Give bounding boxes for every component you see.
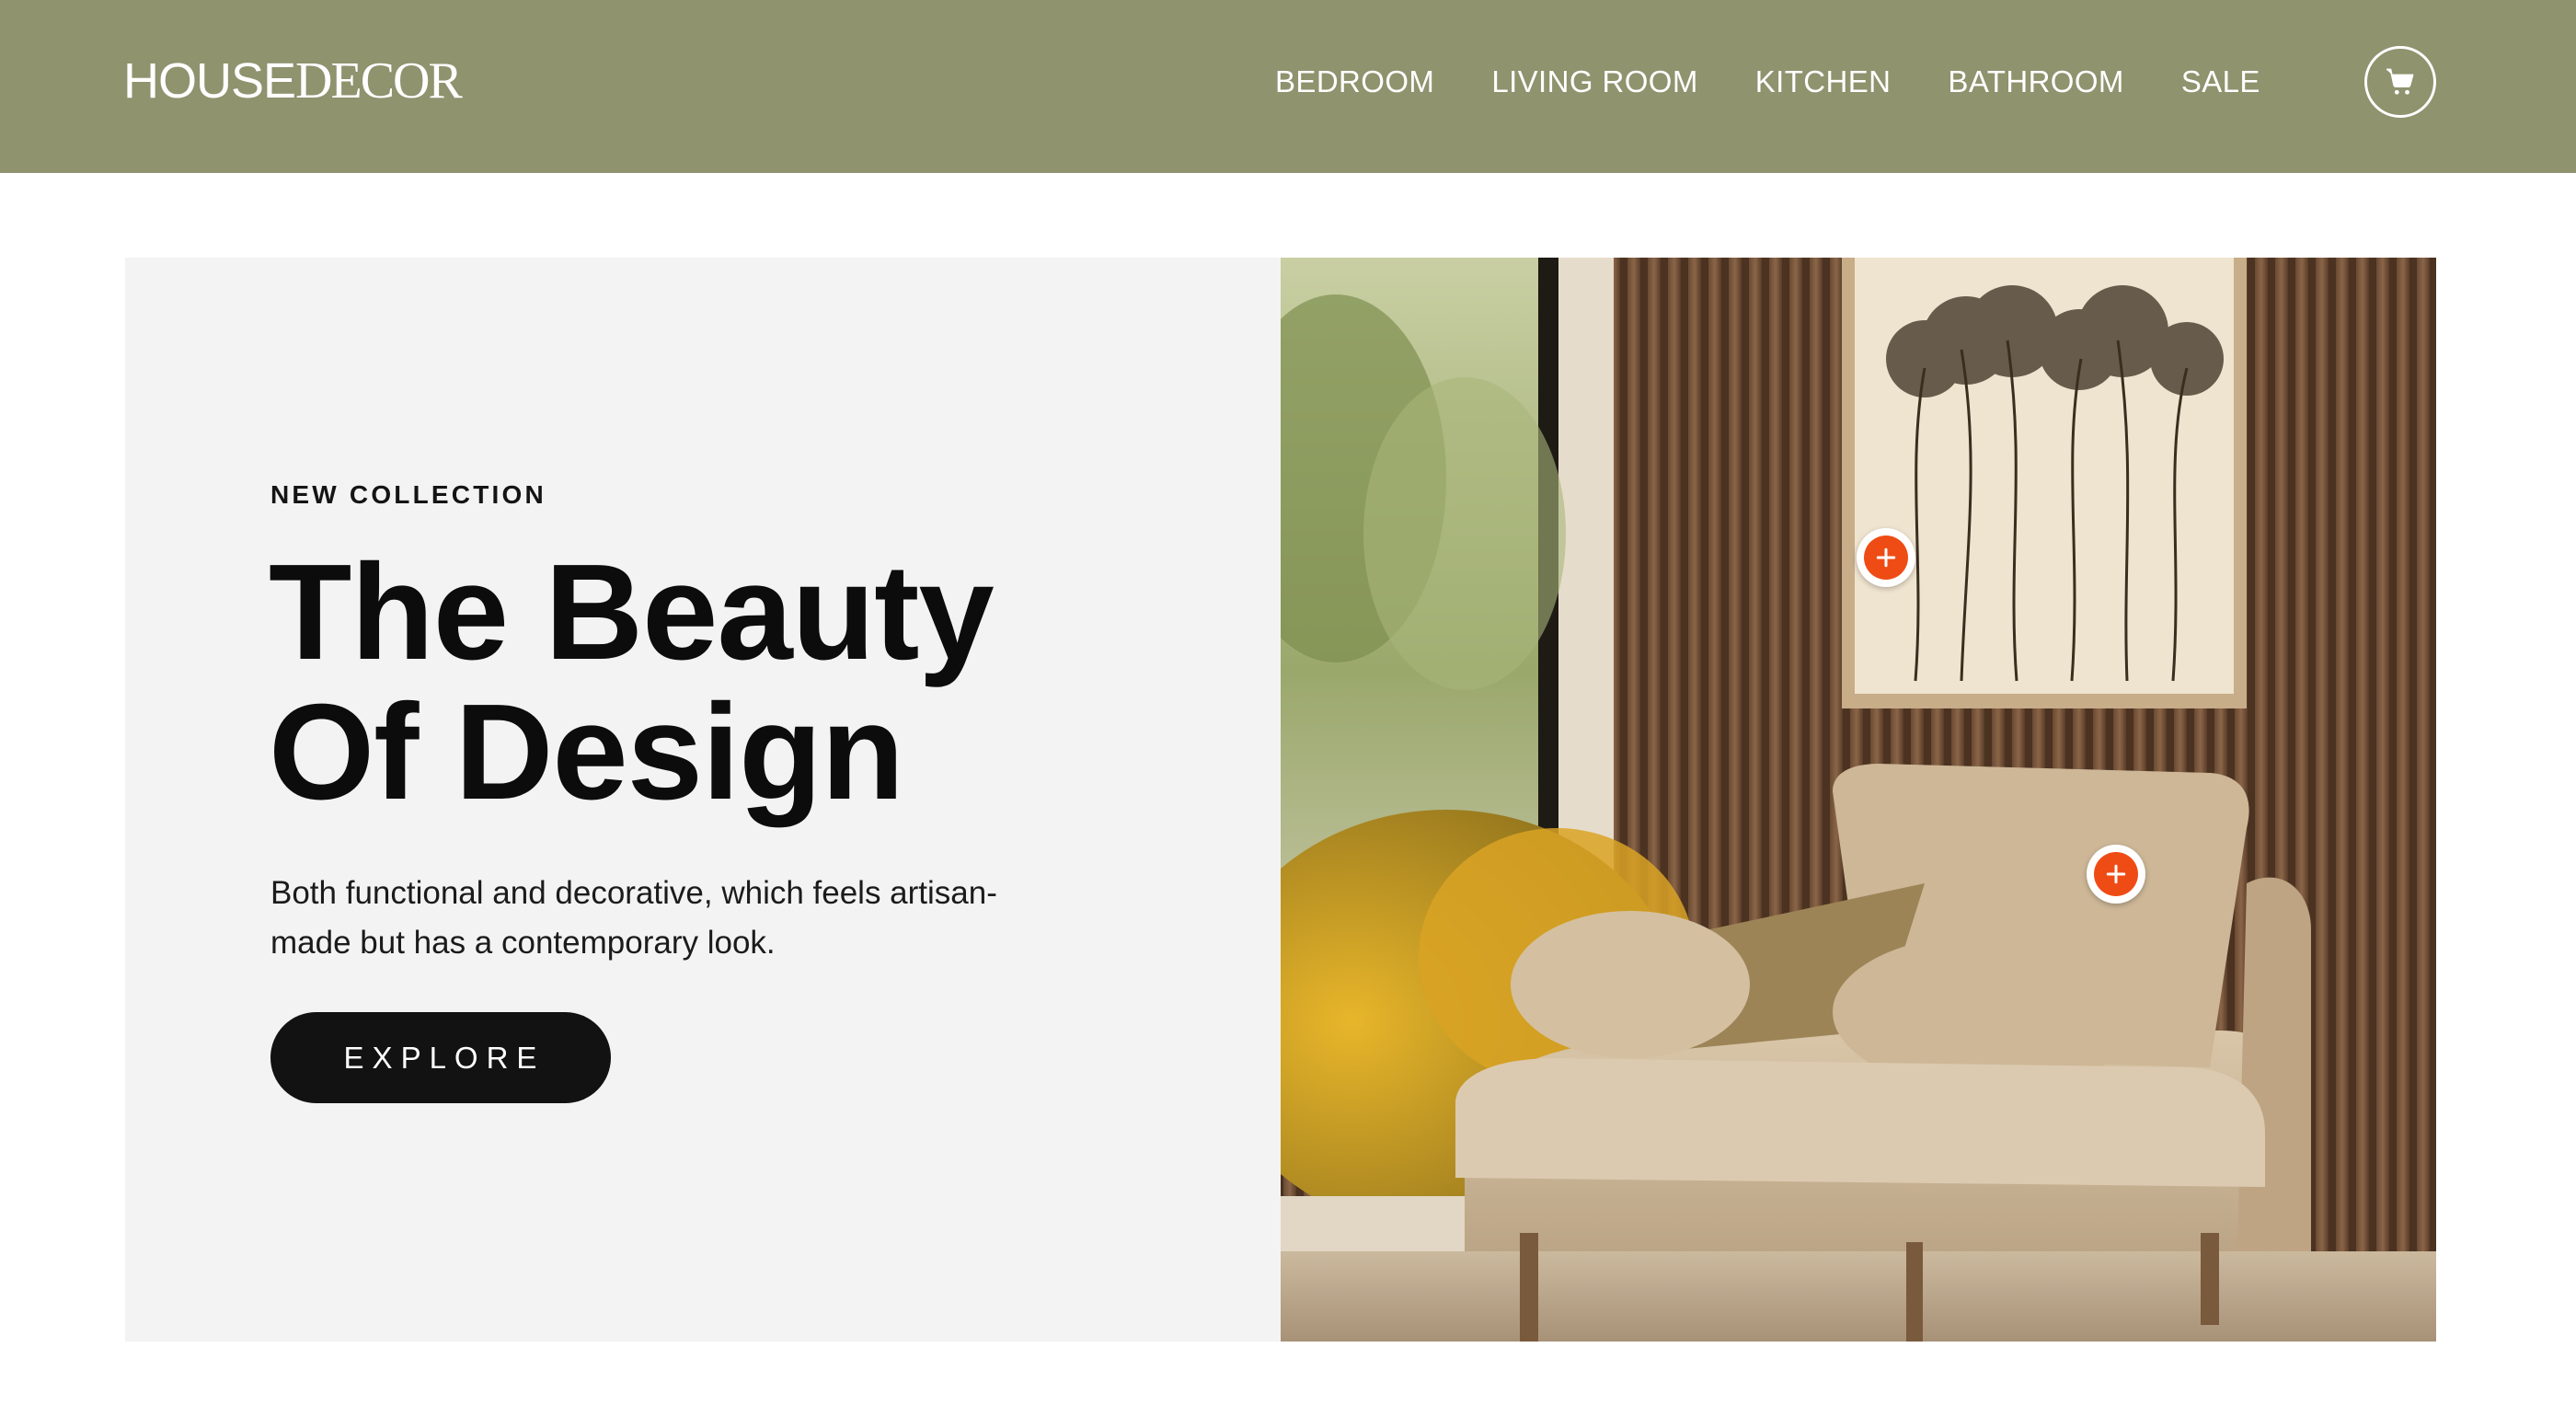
plus-icon	[1876, 547, 1896, 568]
hero-headline-line-2: Of Design	[269, 676, 904, 828]
hero-section: NEW COLLECTION The Beauty Of Design Both…	[125, 258, 2436, 1342]
hero-headline: The Beauty Of Design	[269, 543, 1189, 823]
nav-item-bedroom[interactable]: BEDROOM	[1275, 64, 1434, 99]
nav-item-bathroom[interactable]: BATHROOM	[1948, 64, 2123, 99]
cart-icon	[2386, 68, 2414, 95]
cart-button[interactable]	[2364, 46, 2436, 118]
hero-image-armchair-scene	[1281, 258, 2436, 1342]
logo-word-decor: DECOR	[295, 52, 463, 109]
plus-icon	[2106, 864, 2126, 884]
nav-item-living-room[interactable]: LIVING ROOM	[1491, 64, 1697, 99]
hero-headline-line-1: The Beauty	[269, 536, 995, 688]
hero-text-panel: NEW COLLECTION The Beauty Of Design Both…	[125, 258, 1281, 1342]
site-logo[interactable]: HOUSE DECOR	[123, 52, 463, 109]
nav-item-kitchen[interactable]: KITCHEN	[1755, 64, 1892, 99]
explore-button[interactable]: EXPLORE	[270, 1012, 611, 1103]
hotspot-armchair[interactable]	[2087, 845, 2145, 904]
armchair-scene-illustration	[1281, 258, 2436, 1342]
site-header: HOUSE DECOR BEDROOM LIVING ROOM KITCHEN …	[0, 0, 2576, 173]
hero-description: Both functional and decorative, which fe…	[270, 875, 997, 961]
logo-word-house: HOUSE	[123, 53, 296, 109]
hero-eyebrow: NEW COLLECTION	[270, 480, 546, 509]
hotspot-armchair-dot	[2094, 852, 2138, 896]
hotspot-wall-art-dot	[1864, 536, 1908, 580]
hotspot-wall-art[interactable]	[1857, 528, 1915, 587]
nav-item-sale[interactable]: SALE	[2181, 64, 2260, 99]
main-nav: BEDROOM LIVING ROOM KITCHEN BATHROOM SAL…	[1275, 59, 2260, 105]
